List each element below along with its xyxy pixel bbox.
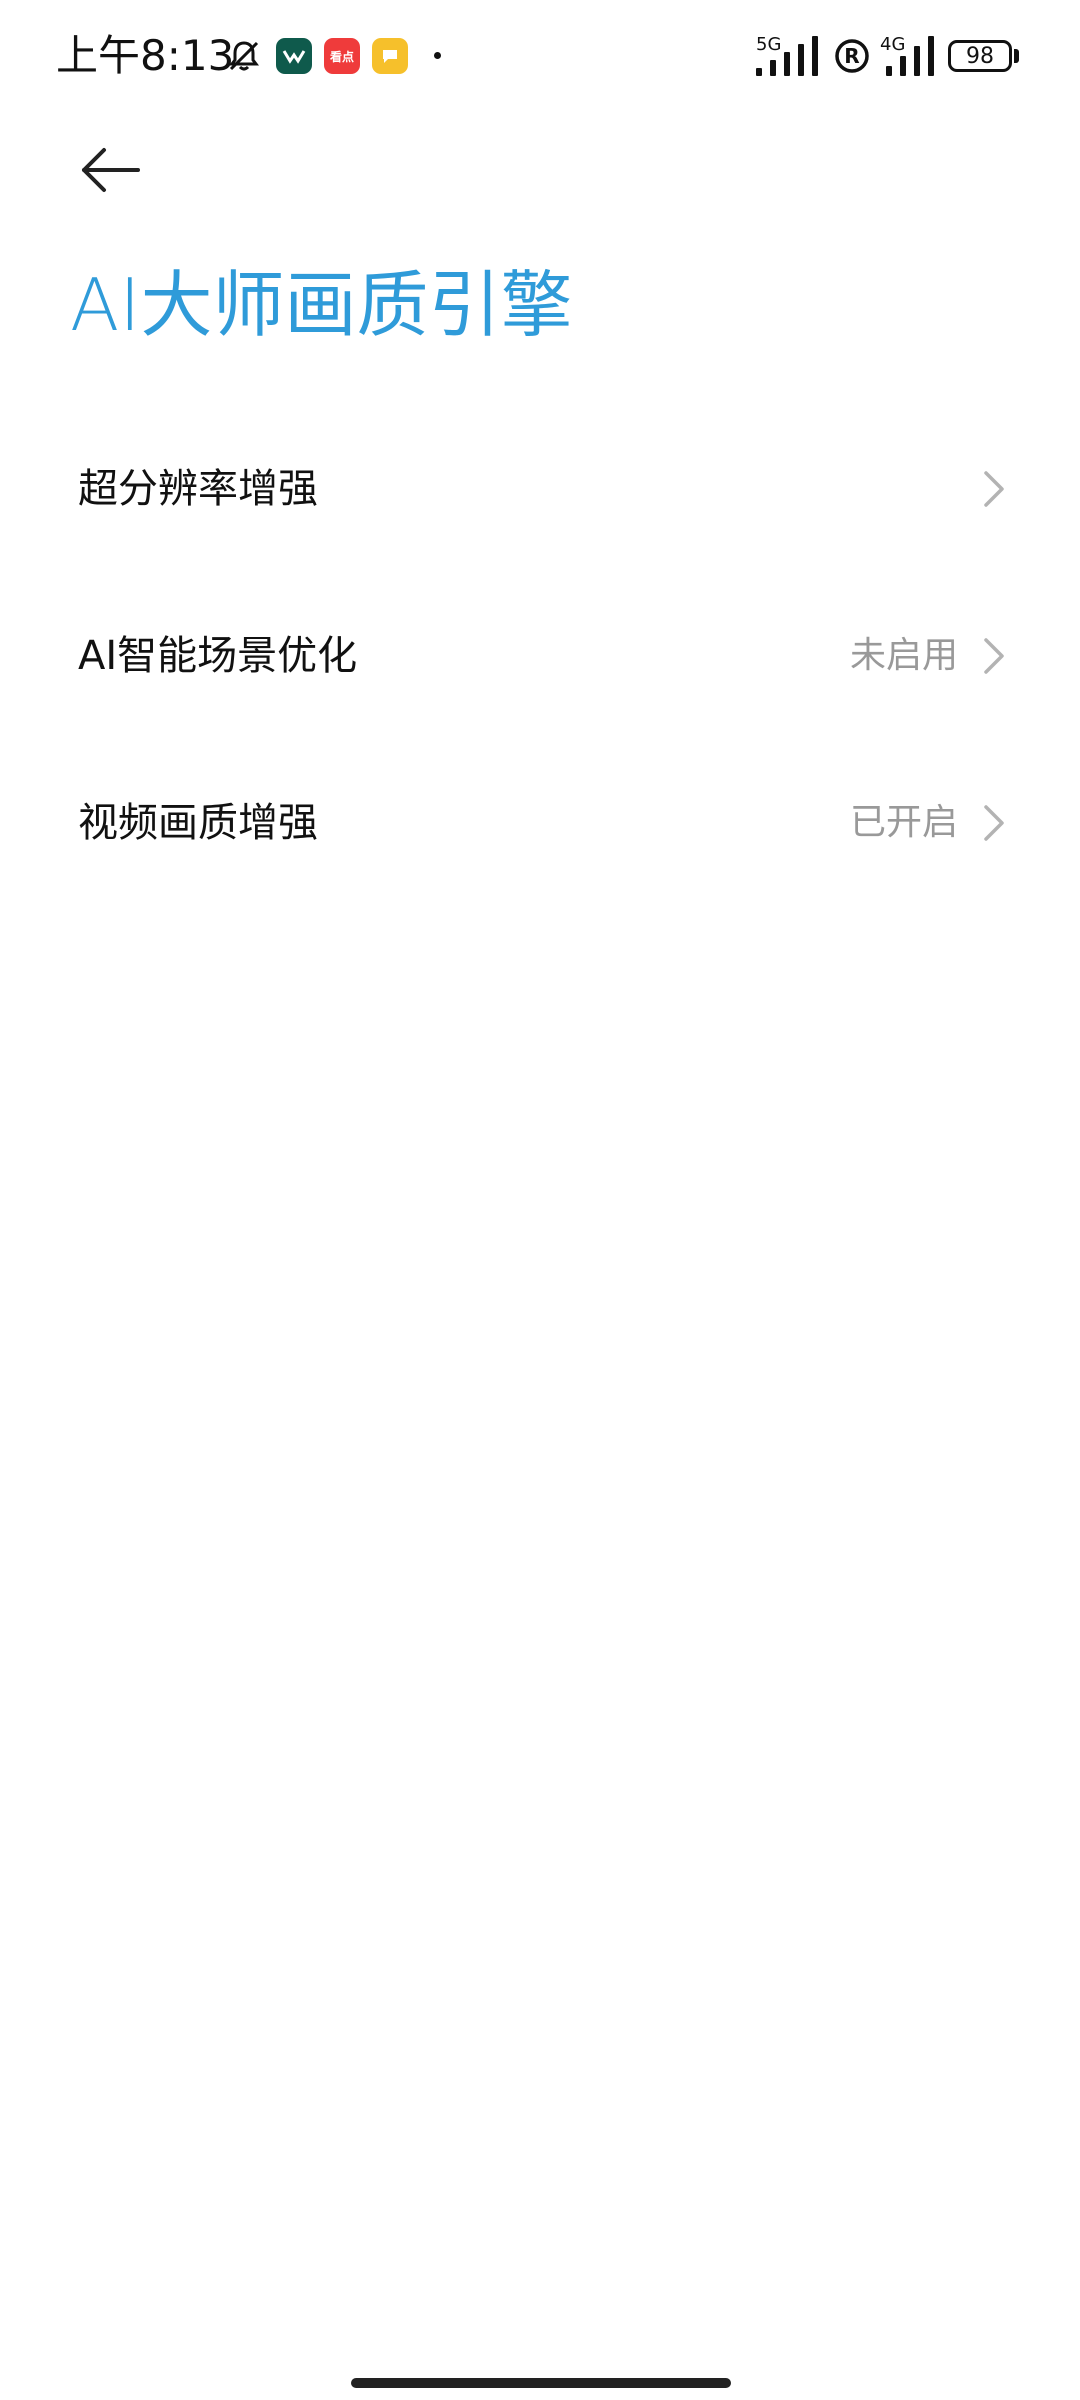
chevron-right-icon [984,637,1004,674]
yellow-message-icon [372,38,408,74]
green-app-icon [276,38,312,74]
page-title: AI大师画质引擎 [70,263,573,347]
notification-dot [434,52,441,59]
red-app-icon: 看点 [324,38,360,74]
settings-list: 超分辨率增强 AI智能场景优化 未启用 视频画质增强 已开启 [0,405,1080,906]
chevron-right-icon [984,804,1004,841]
battery-tip [1014,49,1019,63]
gesture-bar[interactable] [351,2378,731,2388]
settings-item-label: 超分辨率增强 [78,465,318,512]
arrow-left-icon [82,148,140,192]
svg-text:R: R [844,44,859,68]
signal-bars-2-icon [886,36,942,76]
battery-icon: 98 [948,40,1012,72]
status-time: 上午8:13 [56,31,235,80]
signal-bars-1-icon [756,36,826,76]
bell-off-icon [229,41,259,71]
settings-item-video-enhance[interactable]: 视频画质增强 已开启 [0,739,1080,906]
chevron-right-icon [984,470,1004,507]
settings-item-value: 已开启 [849,801,958,843]
settings-item-label: 视频画质增强 [78,799,318,846]
settings-item-value: 未启用 [849,634,958,676]
back-button[interactable] [70,135,150,205]
settings-item-label: AI智能场景优化 [78,632,358,679]
settings-item-super-resolution[interactable]: 超分辨率增强 [0,405,1080,572]
settings-item-ai-scene[interactable]: AI智能场景优化 未启用 [0,572,1080,739]
status-bar: 上午8:13 看点 5G R 4G 98 [0,0,1080,115]
roaming-icon: R [835,39,869,73]
battery-level: 98 [966,43,994,69]
